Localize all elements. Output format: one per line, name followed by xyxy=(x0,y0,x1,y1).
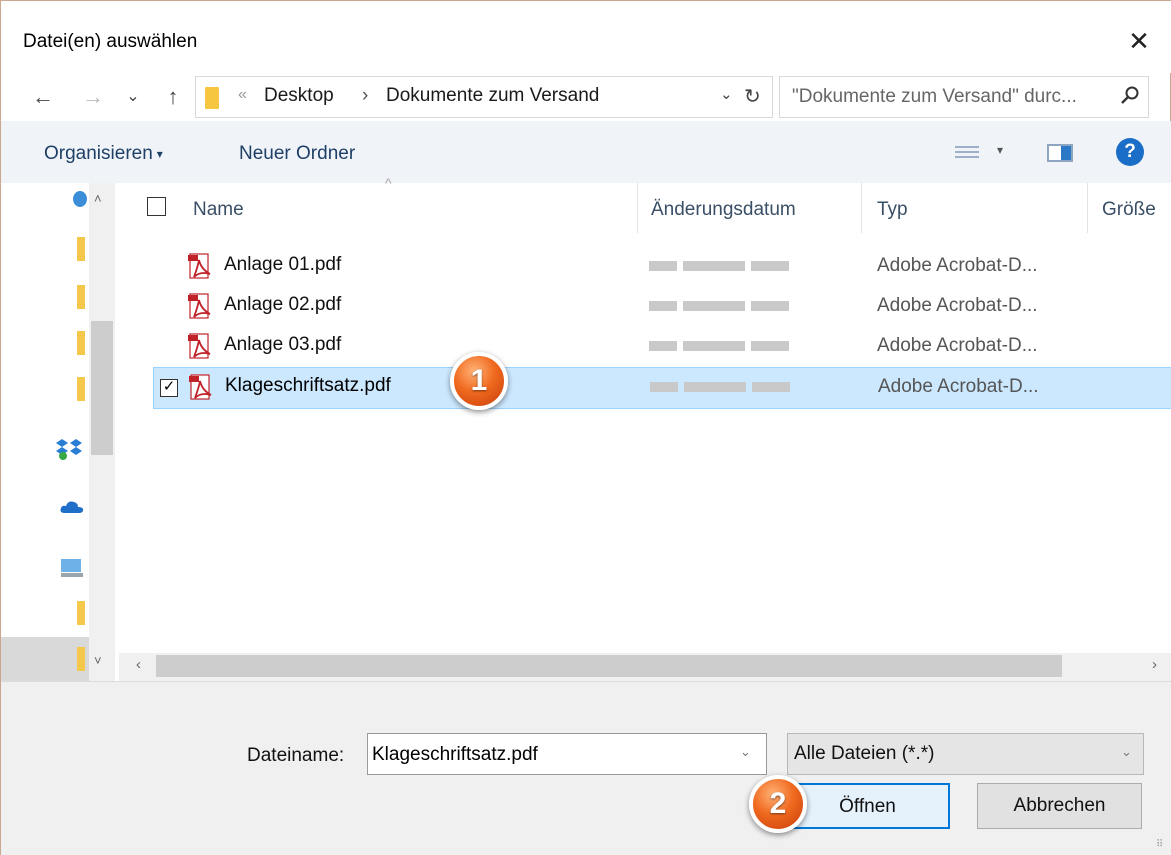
row-checkbox-checked[interactable]: ✓ xyxy=(160,379,178,397)
this-pc-icon[interactable] xyxy=(59,557,85,584)
breadcrumb-desktop[interactable]: Desktop xyxy=(264,85,334,107)
recent-locations-chevron-icon[interactable]: ⌄ xyxy=(119,81,147,113)
resize-grip-icon[interactable]: ⠿ xyxy=(1156,839,1163,850)
dialog-title: Datei(en) auswählen xyxy=(23,31,198,52)
help-icon[interactable]: ? xyxy=(1116,138,1144,166)
breadcrumb-overflow-icon[interactable]: « xyxy=(238,86,247,104)
select-all-checkbox[interactable] xyxy=(147,197,166,216)
nav-folder-icon[interactable] xyxy=(77,237,85,261)
pdf-file-icon xyxy=(186,292,216,322)
scroll-left-icon[interactable]: ‹ xyxy=(136,656,141,673)
address-bar[interactable]: « Desktop › Dokumente zum Versand ⌄ ↻ xyxy=(195,76,773,118)
onedrive-icon[interactable] xyxy=(59,499,85,520)
filetype-select[interactable]: Alle Dateien (*.*) ⌄ xyxy=(787,733,1144,775)
filename-dropdown-icon[interactable]: ⌄ xyxy=(740,744,751,760)
back-arrow-icon[interactable]: ← xyxy=(29,81,57,113)
filename-label: Dateiname: xyxy=(247,745,345,766)
breadcrumb-dokumente-zum-versand[interactable]: Dokumente zum Versand xyxy=(386,85,599,107)
file-name: Klageschriftsatz.pdf xyxy=(225,375,391,396)
filename-field[interactable]: ⌄ xyxy=(367,733,767,775)
filetype-dropdown-icon[interactable]: ⌄ xyxy=(1121,744,1132,760)
view-options-caret-icon[interactable]: ▾ xyxy=(997,143,1003,157)
file-row[interactable]: Anlage 02.pdf Adobe Acrobat-D... xyxy=(153,287,1171,327)
file-type: Adobe Acrobat-D... xyxy=(877,295,1038,316)
file-date-blurred xyxy=(649,341,809,353)
pdf-file-icon xyxy=(186,252,216,282)
scroll-up-icon[interactable]: ˄ xyxy=(94,191,102,206)
organize-menu-button[interactable]: Organisieren ▾ xyxy=(44,143,163,165)
horizontal-scrollbar-thumb[interactable] xyxy=(156,655,1062,677)
command-toolbar: Organisieren ▾ Neuer Ordner ▾ ? xyxy=(1,121,1171,183)
search-input[interactable]: "Dokumente zum Versand" durc... xyxy=(779,76,1149,118)
column-divider[interactable] xyxy=(1087,183,1088,233)
search-icon[interactable] xyxy=(1120,85,1140,111)
breadcrumb-arrow-icon[interactable]: › xyxy=(362,85,368,107)
forward-arrow-icon[interactable]: → xyxy=(79,81,107,113)
column-divider[interactable] xyxy=(637,183,638,233)
nav-folder-icon[interactable] xyxy=(77,285,85,309)
title-bar: Datei(en) auswählen ✕ xyxy=(1,1,1171,73)
up-arrow-icon[interactable]: ↑ xyxy=(159,81,187,113)
file-type: Adobe Acrobat-D... xyxy=(877,335,1038,356)
filetype-value: Alle Dateien (*.*) xyxy=(794,743,935,764)
pdf-file-icon xyxy=(186,332,216,362)
column-header-size[interactable]: Größe xyxy=(1102,199,1156,221)
file-name: Anlage 02.pdf xyxy=(224,294,342,315)
open-button[interactable]: Öffnen xyxy=(785,783,950,829)
file-type: Adobe Acrobat-D... xyxy=(877,255,1038,276)
nav-folder-icon[interactable] xyxy=(77,601,85,625)
search-placeholder: "Dokumente zum Versand" durc... xyxy=(792,86,1077,107)
file-date-blurred xyxy=(649,261,809,273)
file-open-dialog: Datei(en) auswählen ✕ ← → ⌄ ↑ « Desktop … xyxy=(0,0,1171,855)
nav-folder-icon[interactable] xyxy=(77,331,85,355)
caret-down-icon: ▾ xyxy=(156,146,163,161)
column-header-date[interactable]: Änderungsdatum xyxy=(651,199,796,221)
step-badge-2: 2 xyxy=(749,775,807,833)
quick-access-icon[interactable] xyxy=(73,191,87,207)
refresh-icon[interactable]: ↻ xyxy=(744,84,761,109)
dropbox-icon[interactable] xyxy=(55,437,83,466)
column-divider[interactable] xyxy=(861,183,862,233)
column-header-type[interactable]: Typ xyxy=(877,199,908,221)
pdf-file-icon xyxy=(187,373,217,403)
column-header-name[interactable]: Name xyxy=(193,199,244,221)
file-name: Anlage 03.pdf xyxy=(224,334,342,355)
file-type: Adobe Acrobat-D... xyxy=(878,376,1039,397)
address-dropdown-icon[interactable]: ⌄ xyxy=(720,85,733,103)
nav-scrollbar-thumb[interactable] xyxy=(91,321,113,455)
file-row[interactable]: Anlage 03.pdf Adobe Acrobat-D... xyxy=(153,327,1171,367)
file-date-blurred xyxy=(649,301,809,313)
organize-label: Organisieren xyxy=(44,143,153,164)
address-row: ← → ⌄ ↑ « Desktop › Dokumente zum Versan… xyxy=(1,73,1171,121)
nav-selected-item[interactable] xyxy=(1,637,89,681)
file-name: Anlage 01.pdf xyxy=(224,254,342,275)
file-date-blurred xyxy=(650,382,810,394)
preview-pane-icon[interactable] xyxy=(1047,144,1073,162)
horizontal-scrollbar[interactable]: ‹ › xyxy=(119,653,1171,681)
nav-folder-icon[interactable] xyxy=(77,647,85,671)
new-folder-button[interactable]: Neuer Ordner xyxy=(239,143,355,165)
step-badge-1: 1 xyxy=(450,352,508,410)
folder-icon xyxy=(205,87,219,109)
file-row-selected[interactable]: ✓ Klageschriftsatz.pdf Adobe Acrobat-D..… xyxy=(153,367,1171,409)
close-icon[interactable]: ✕ xyxy=(1123,25,1155,57)
cancel-button[interactable]: Abbrechen xyxy=(977,783,1142,829)
file-row[interactable]: Anlage 01.pdf Adobe Acrobat-D... xyxy=(153,247,1171,287)
scroll-right-icon[interactable]: › xyxy=(1152,656,1157,673)
nav-folder-icon[interactable] xyxy=(77,377,85,401)
view-options-icon[interactable] xyxy=(955,144,979,162)
scroll-down-icon[interactable]: ˅ xyxy=(94,653,102,668)
filename-input[interactable] xyxy=(372,742,722,768)
sort-indicator-icon: ^ xyxy=(385,175,392,191)
